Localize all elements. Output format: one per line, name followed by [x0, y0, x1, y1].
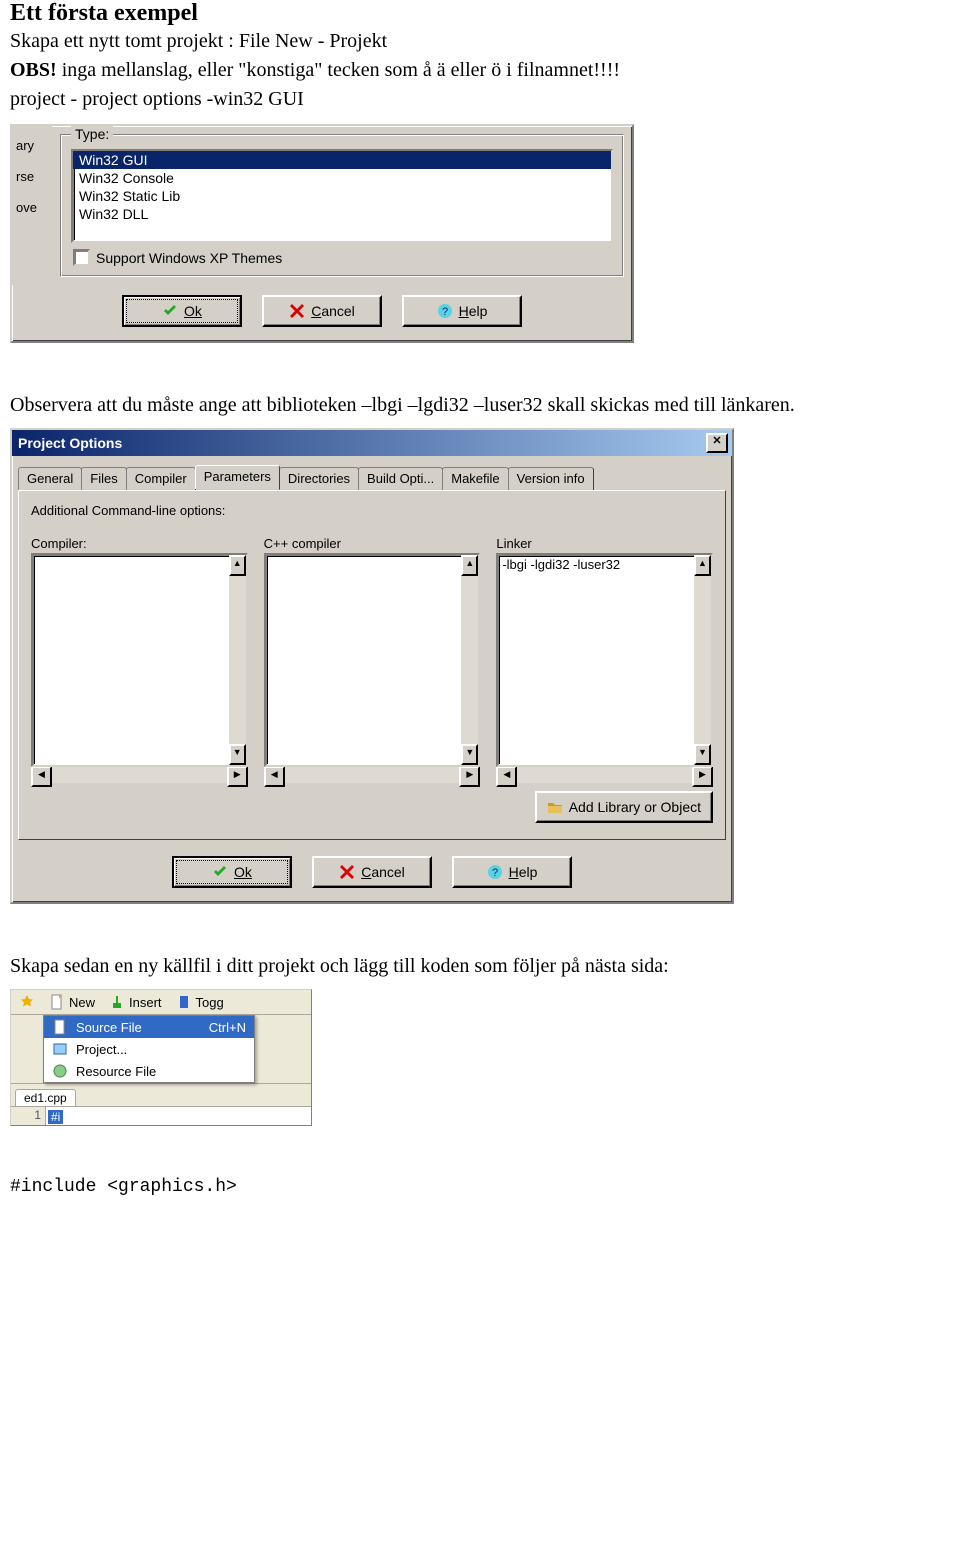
title-bar[interactable]: Project Options ✕: [12, 430, 732, 456]
xp-themes-checkbox[interactable]: [73, 249, 90, 266]
cancel-button[interactable]: Cancel: [262, 295, 382, 327]
add-library-button[interactable]: Add Library or Object: [535, 791, 713, 823]
check-icon: [212, 864, 228, 880]
x-icon: [289, 303, 305, 319]
close-icon[interactable]: ✕: [706, 433, 728, 453]
ok-button[interactable]: Ok: [122, 295, 242, 327]
compiler-label: Compiler:: [31, 536, 248, 551]
tab-version-info[interactable]: Version info: [508, 467, 594, 491]
parameters-panel: Additional Command-line options: Compile…: [18, 490, 726, 840]
linker-textarea[interactable]: -lbgi -lgdi32 -luser32 ▲▼: [496, 553, 713, 767]
line-number: 1: [11, 1107, 46, 1125]
new-submenu: Source File Ctrl+N Project... Resource F…: [43, 1015, 255, 1083]
skapa-paragraph: Skapa sedan en ny källfil i ditt projekt…: [10, 954, 950, 979]
menu-project[interactable]: Project...: [44, 1038, 254, 1060]
list-item[interactable]: Win32 DLL: [73, 205, 611, 223]
code-include-line: #include <graphics.h>: [10, 1176, 950, 1199]
insert-icon: [109, 994, 125, 1010]
tab-compiler[interactable]: Compiler: [126, 467, 196, 491]
cancel-rest: ancel: [321, 303, 354, 319]
cancel-button[interactable]: Cancel: [312, 856, 432, 888]
cut-off-side-buttons: ary rse ove: [12, 126, 52, 285]
menu-resource-label: Resource File: [76, 1064, 156, 1079]
list-item[interactable]: Win32 Console: [73, 169, 611, 187]
cut-label: ove: [16, 200, 52, 215]
editor-area: 1 #i: [11, 1106, 311, 1125]
ok-button[interactable]: Ok: [172, 856, 292, 888]
scrollbar[interactable]: ▲▼: [229, 555, 246, 765]
menu-source-label: Source File: [76, 1020, 142, 1035]
new-button[interactable]: New: [43, 992, 101, 1012]
tab-files[interactable]: Files: [81, 467, 126, 491]
togg-button[interactable]: Togg: [170, 992, 230, 1012]
star-button[interactable]: [13, 992, 41, 1012]
ok-button-label: Ok: [184, 303, 202, 319]
code-selection: #i: [48, 1110, 63, 1124]
scrollbar-h[interactable]: ◀▶: [496, 766, 713, 783]
observe-paragraph: Observera att du måste ange att bibliote…: [10, 393, 950, 418]
menu-source-file[interactable]: Source File Ctrl+N: [44, 1016, 254, 1038]
file-tab[interactable]: ed1.cpp: [15, 1089, 76, 1106]
page-heading: Ett första exempel: [10, 0, 950, 27]
svg-text:?: ?: [492, 867, 498, 879]
ide-snippet: New Insert Togg Source File Ctrl+N: [10, 989, 312, 1126]
insert-label: Insert: [129, 995, 162, 1010]
intro-line-1: Skapa ett nytt tomt projekt : File New -…: [10, 29, 950, 54]
question-icon: ?: [487, 864, 503, 880]
tab-makefile[interactable]: Makefile: [442, 467, 508, 491]
project-icon: [52, 1041, 68, 1057]
ide-toolbar: New Insert Togg: [11, 990, 311, 1015]
togg-label: Togg: [196, 995, 224, 1010]
type-dialog: ary rse ove Type: Win32 GUI Win32 Consol…: [10, 124, 634, 343]
linker-label: Linker: [496, 536, 713, 551]
question-icon: ?: [437, 303, 453, 319]
resource-file-icon: [52, 1063, 68, 1079]
insert-button[interactable]: Insert: [103, 992, 168, 1012]
editor-tabs: ed1.cpp: [11, 1083, 311, 1106]
new-file-icon: [49, 994, 65, 1010]
type-listbox[interactable]: Win32 GUI Win32 Console Win32 Static Lib…: [71, 149, 613, 243]
dialog-title: Project Options: [18, 435, 122, 451]
tab-strip: General Files Compiler Parameters Direct…: [18, 466, 726, 490]
compiler-textarea[interactable]: ▲▼: [31, 553, 248, 767]
cut-label: ary: [16, 138, 52, 153]
folder-icon: [547, 799, 563, 815]
obs-label: OBS!: [10, 59, 57, 81]
new-label: New: [69, 995, 95, 1010]
list-item[interactable]: Win32 Static Lib: [73, 187, 611, 205]
project-options-dialog: Project Options ✕ General Files Compiler…: [10, 428, 734, 904]
list-item[interactable]: Win32 GUI: [73, 151, 611, 169]
help-button[interactable]: ? Help: [452, 856, 572, 888]
help-button[interactable]: ? Help: [402, 295, 522, 327]
scrollbar[interactable]: ▲▼: [461, 555, 478, 765]
linker-value: -lbgi -lgdi32 -luser32: [498, 555, 694, 765]
menu-source-shortcut: Ctrl+N: [209, 1020, 246, 1035]
scrollbar-h[interactable]: ◀▶: [264, 766, 481, 783]
tab-parameters[interactable]: Parameters: [195, 465, 280, 489]
cpp-textarea[interactable]: ▲▼: [264, 553, 481, 767]
tab-directories[interactable]: Directories: [279, 467, 359, 491]
type-groupbox: Type: Win32 GUI Win32 Console Win32 Stat…: [60, 134, 624, 277]
cut-label: rse: [16, 169, 52, 184]
svg-text:?: ?: [442, 306, 448, 318]
obs-text: inga mellanslag, eller "konstiga" tecken…: [57, 59, 620, 81]
panel-heading: Additional Command-line options:: [31, 503, 713, 518]
scrollbar[interactable]: ▲▼: [694, 555, 711, 765]
intro-line-3: project - project options -win32 GUI: [10, 87, 950, 112]
xp-themes-label: Support Windows XP Themes: [96, 250, 282, 266]
cpp-compiler-label: C++ compiler: [264, 536, 481, 551]
type-legend: Type:: [71, 126, 113, 142]
add-library-label: Add Library or Object: [569, 799, 701, 815]
tab-general[interactable]: General: [18, 467, 82, 491]
menu-resource-file[interactable]: Resource File: [44, 1060, 254, 1082]
check-icon: [162, 303, 178, 319]
source-file-icon: [52, 1019, 68, 1035]
tab-build-opti[interactable]: Build Opti...: [358, 467, 443, 491]
menu-project-label: Project...: [76, 1042, 127, 1057]
scrollbar-h[interactable]: ◀▶: [31, 766, 248, 783]
intro-line-2: OBS! inga mellanslag, eller "konstiga" t…: [10, 58, 950, 83]
bookmark-icon: [176, 994, 192, 1010]
x-icon: [339, 864, 355, 880]
star-icon: [19, 994, 35, 1010]
